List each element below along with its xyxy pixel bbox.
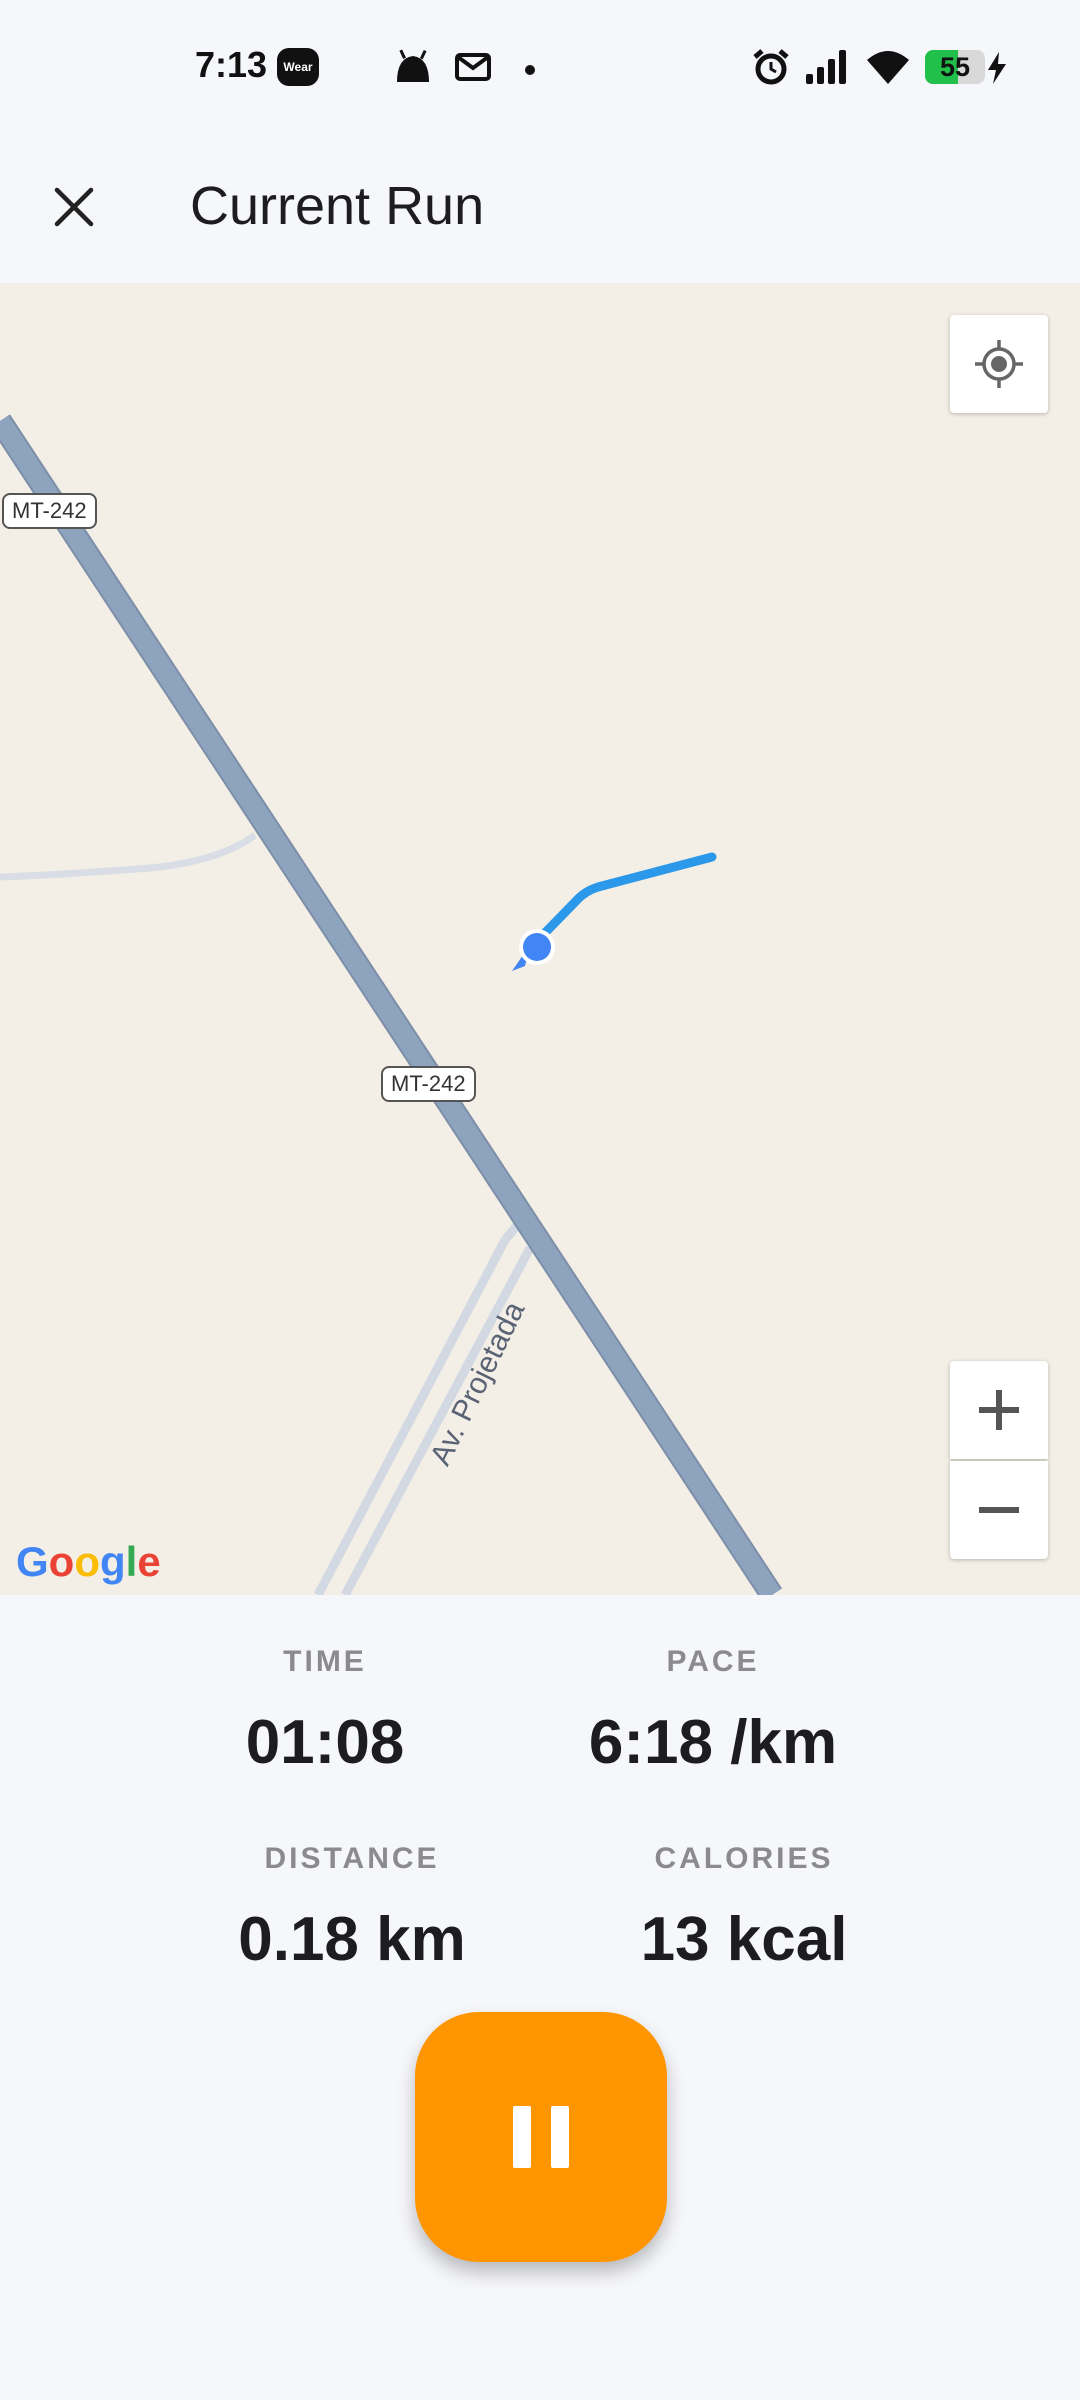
stat-time-value: 01:08 xyxy=(245,1708,405,1777)
road-label-mt242-middle: MT-242 xyxy=(381,1066,476,1102)
stat-calories-value: 13 kcal xyxy=(640,1905,848,1974)
minus-icon xyxy=(979,1507,1019,1513)
my-location-button[interactable] xyxy=(950,315,1048,413)
run-stats: TIME 01:08 PACE 6:18 /km DISTANCE 0.18 k… xyxy=(0,1595,1080,2025)
stat-time-label: TIME xyxy=(283,1645,367,1678)
dot-icon xyxy=(525,62,535,80)
close-button[interactable] xyxy=(38,171,110,243)
stat-time: TIME 01:08 xyxy=(225,1645,425,1778)
page-title: Current Run xyxy=(190,176,485,236)
pause-icon-bar-left xyxy=(513,2106,531,2168)
status-time: 7:13 xyxy=(195,44,268,85)
battery-icon: 55 xyxy=(925,50,985,84)
zoom-out-button[interactable] xyxy=(950,1461,1048,1559)
highway xyxy=(0,415,781,1595)
signal-icon xyxy=(804,48,850,91)
run-route xyxy=(533,852,717,945)
stat-distance: DISTANCE 0.18 km xyxy=(202,1842,502,1975)
minor-road xyxy=(0,832,258,881)
stat-calories: CALORIES 13 kcal xyxy=(594,1842,894,1975)
battery-percent: 55 xyxy=(939,51,971,82)
charging-icon xyxy=(986,52,1008,89)
pause-button[interactable] xyxy=(415,2012,667,2262)
stat-calories-label: CALORIES xyxy=(654,1842,834,1875)
plus-icon xyxy=(979,1390,1019,1430)
alarm-icon xyxy=(752,48,790,91)
stat-distance-value: 0.18 km xyxy=(238,1905,466,1974)
stat-distance-label: DISTANCE xyxy=(264,1842,440,1875)
stat-pace: PACE 6:18 /km xyxy=(563,1645,863,1778)
google-logo: Google xyxy=(16,1538,161,1585)
wear-icon: Wear xyxy=(277,48,319,86)
app-bar: Current Run xyxy=(0,135,1080,283)
road-label-mt242-top: MT-242 xyxy=(2,493,97,529)
map-view[interactable]: MT-242 MT-242 Av. Projetada Google xyxy=(0,283,1080,1595)
android-icon xyxy=(393,48,433,91)
my-location-icon xyxy=(975,340,1023,388)
close-icon xyxy=(54,187,94,227)
pause-icon-bar-right xyxy=(551,2106,569,2168)
stat-pace-label: PACE xyxy=(666,1645,760,1678)
position-dot xyxy=(523,933,551,961)
status-bar: 7:13 Wear 55 xyxy=(0,0,1080,135)
stat-pace-value: 6:18 /km xyxy=(588,1708,838,1777)
map-canvas xyxy=(0,414,783,1595)
zoom-in-button[interactable] xyxy=(950,1361,1048,1459)
wifi-icon xyxy=(865,48,911,91)
mail-icon xyxy=(454,48,492,89)
